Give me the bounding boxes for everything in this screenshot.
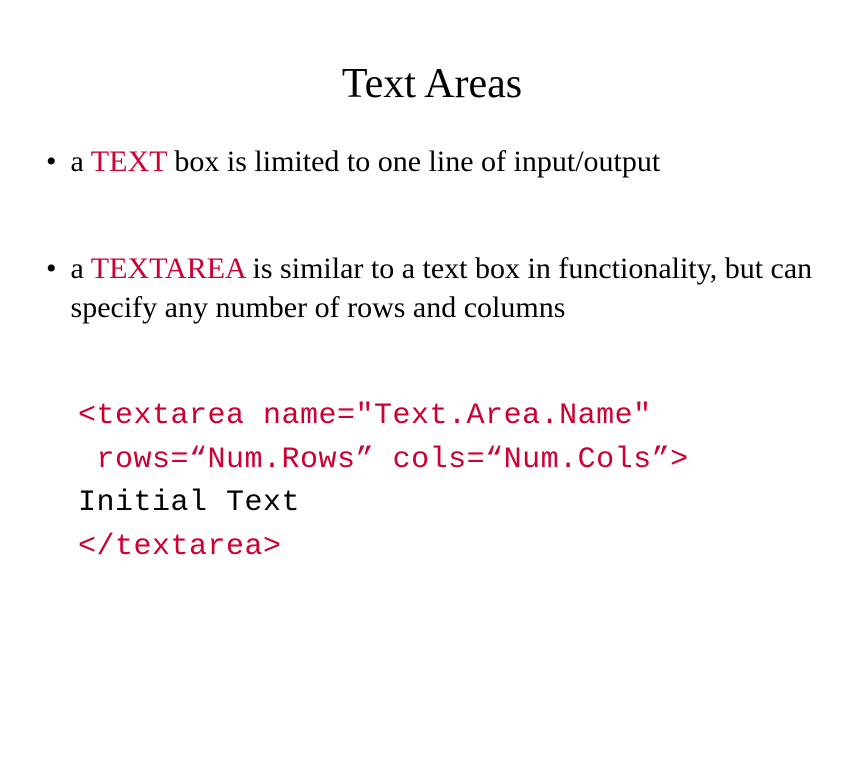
bullet-keyword: TEXT (91, 145, 167, 178)
bullet-rest: box is limited to one line of input/outp… (167, 145, 660, 178)
code-line: <textarea name="Text.Area.Name" (78, 395, 824, 439)
bullet-text: a TEXTAREA is similar to a text box in f… (71, 249, 824, 327)
bullet-list: • a TEXT box is limited to one line of i… (40, 142, 824, 327)
code-line: Initial Text (78, 482, 824, 526)
bullet-item: • a TEXT box is limited to one line of i… (40, 142, 824, 181)
code-indent (78, 443, 97, 477)
code-text: rows=“Num.Rows” cols=“Num.Cols”> (97, 443, 689, 477)
bullet-prefix: a (71, 145, 91, 178)
bullet-dot-icon: • (46, 249, 57, 288)
bullet-item: • a TEXTAREA is similar to a text box in… (40, 249, 824, 327)
code-example: <textarea name="Text.Area.Name" rows=“Nu… (78, 395, 824, 569)
bullet-text: a TEXT box is limited to one line of inp… (71, 142, 824, 181)
bullet-keyword: TEXTAREA (91, 252, 245, 285)
code-line: rows=“Num.Rows” cols=“Num.Cols”> (78, 439, 824, 483)
code-line: </textarea> (78, 526, 824, 570)
bullet-dot-icon: • (46, 142, 57, 181)
bullet-prefix: a (71, 252, 91, 285)
slide-title: Text Areas (0, 60, 864, 108)
